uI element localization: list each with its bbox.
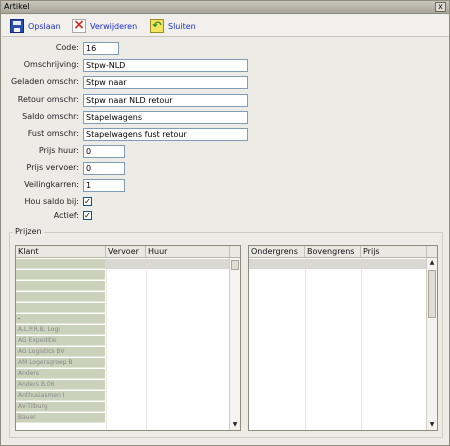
grid-divider <box>106 258 107 430</box>
col-header-prijs[interactable]: Prijs <box>361 246 427 258</box>
staffel-grid-scrollbar[interactable]: ▲ ▼ <box>426 258 437 430</box>
hou-saldo-checkbox[interactable]: ✓ <box>83 197 92 206</box>
grid-divider <box>361 258 362 430</box>
code-label: Code: <box>55 43 79 52</box>
klant-cell[interactable]: AM Logersgroep B <box>16 358 105 368</box>
close-window-button[interactable]: x <box>435 2 446 12</box>
exit-door-icon: ↶ <box>150 19 164 33</box>
save-button[interactable]: Opslaan <box>10 17 61 35</box>
retour-label: Retour omschr: <box>17 95 79 104</box>
retour-field[interactable]: Stpw naar NLD retour <box>83 94 248 107</box>
window-title: Artikel <box>4 2 30 11</box>
scroll-down-icon[interactable]: ▼ <box>428 421 436 429</box>
code-field[interactable]: 16 <box>83 42 119 55</box>
klant-cell[interactable] <box>16 292 105 302</box>
close-button[interactable]: ↶ Sluiten <box>150 17 196 35</box>
klant-grid-scrollbar[interactable]: ▲ ▼ <box>229 258 240 430</box>
staffel-prijzen-grid[interactable]: Ondergrens Bovengrens Prijs ▲ ▼ <box>248 245 438 431</box>
delete-button[interactable]: × Verwijderen <box>72 17 137 35</box>
close-label: Sluiten <box>168 21 196 31</box>
prijzen-group: Prijzen Klant Vervoer Huur - A.L.P.R.B. … <box>9 227 443 438</box>
scroll-up-icon[interactable]: ▲ <box>428 259 436 267</box>
grid-header: Klant Vervoer Huur <box>16 246 240 258</box>
col-header-huur[interactable]: Huur <box>146 246 230 258</box>
col-header-klant[interactable]: Klant <box>16 246 106 258</box>
veilingkarren-label: Veilingkarren: <box>24 180 79 189</box>
klant-cell[interactable] <box>16 281 105 291</box>
scroll-thumb[interactable] <box>428 270 436 318</box>
prijs-huur-field[interactable]: 0 <box>83 145 125 158</box>
omschrijving-field[interactable]: Stpw-NLD <box>83 59 248 72</box>
grid-divider <box>305 258 306 430</box>
klant-prijzen-grid[interactable]: Klant Vervoer Huur - A.L.P.R.B. Logi AG … <box>15 245 241 431</box>
col-header-vervoer[interactable]: Vervoer <box>106 246 146 258</box>
prijs-vervoer-field[interactable]: 0 <box>83 162 125 175</box>
title-bar[interactable]: Artikel x <box>1 1 449 14</box>
hou-saldo-label: Hou saldo bij: <box>24 197 79 206</box>
selected-row[interactable] <box>249 259 427 269</box>
floppy-disk-icon <box>10 19 24 33</box>
klant-cell[interactable]: AG Expeditie <box>16 336 105 346</box>
grid-header: Ondergrens Bovengrens Prijs <box>249 246 437 258</box>
artikel-window: Artikel x Opslaan × Verwijderen ↶ Sluite… <box>0 0 450 446</box>
klant-cell[interactable] <box>16 303 105 313</box>
klant-cell[interactable]: Anthusiasmen I <box>16 391 105 401</box>
fust-label: Fust omschr: <box>27 129 79 138</box>
red-x-icon: × <box>72 17 86 33</box>
geladen-label: Geladen omschr: <box>10 77 79 86</box>
col-header-ondergrens[interactable]: Ondergrens <box>249 246 305 258</box>
klant-cell[interactable]: Anders <box>16 369 105 379</box>
klant-cell[interactable]: AG Logistics BV <box>16 347 105 357</box>
prijs-vervoer-label: Prijs vervoer: <box>26 163 79 172</box>
klant-cell[interactable]: Bauer <box>16 413 105 423</box>
saldo-label: Saldo omschr: <box>22 112 79 121</box>
actief-label: Actief: <box>53 211 79 220</box>
geladen-field[interactable]: Stpw naar <box>83 76 248 89</box>
veilingkarren-field[interactable]: 1 <box>83 179 125 192</box>
scroll-down-icon[interactable]: ▼ <box>231 421 239 429</box>
klant-cell[interactable] <box>16 259 105 269</box>
klant-cell[interactable]: AV-Tilburg <box>16 402 105 412</box>
fust-field[interactable]: Stapelwagens fust retour <box>83 128 248 141</box>
save-label: Opslaan <box>28 21 61 31</box>
klant-cell[interactable]: Anders B.06 <box>16 380 105 390</box>
prijzen-legend: Prijzen <box>13 227 44 236</box>
omschrijving-label: Omschrijving: <box>23 60 79 69</box>
actief-checkbox[interactable]: ✓ <box>83 211 92 220</box>
toolbar: Opslaan × Verwijderen ↶ Sluiten <box>2 15 449 37</box>
klant-cell[interactable]: A.L.P.R.B. Logi <box>16 325 105 335</box>
delete-label: Verwijderen <box>90 21 138 31</box>
klant-cell[interactable]: - <box>16 314 105 324</box>
col-header-bovengrens[interactable]: Bovengrens <box>305 246 361 258</box>
grid-divider <box>146 258 147 430</box>
klant-cell[interactable] <box>16 270 105 280</box>
saldo-field[interactable]: Stapelwagens <box>83 111 248 124</box>
prijs-huur-label: Prijs huur: <box>38 146 79 155</box>
scroll-thumb[interactable] <box>231 260 239 270</box>
